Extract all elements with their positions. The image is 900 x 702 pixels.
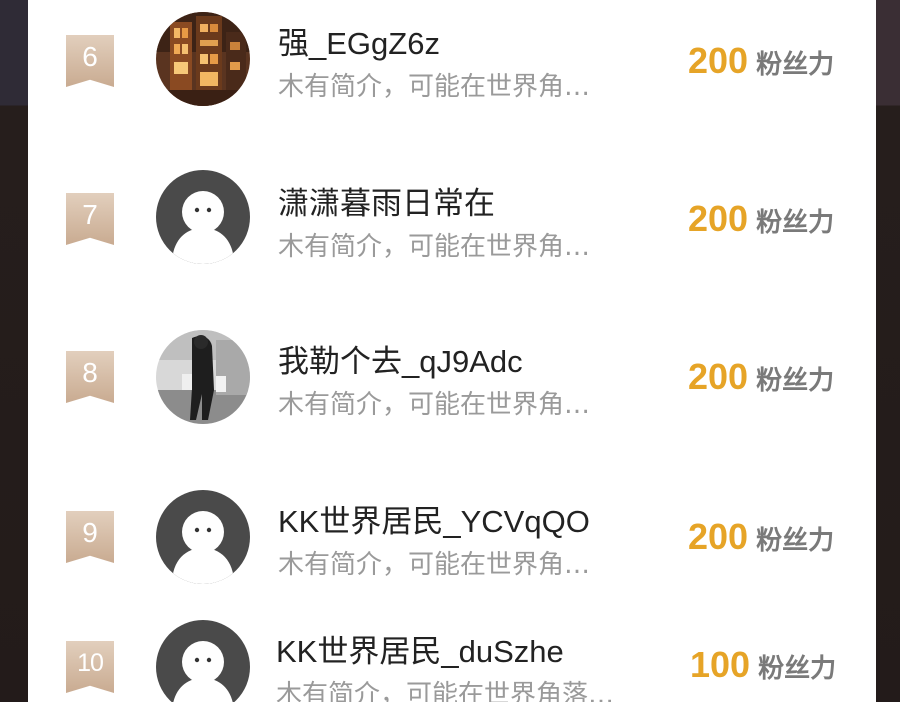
- fan-power-unit: 粉丝力: [758, 654, 837, 684]
- ranking-row[interactable]: 10 KK世界居民_duSzhe 木有简介，可能在世界角落… 100 粉丝力: [28, 614, 876, 702]
- rank-number: 6: [82, 41, 98, 72]
- rank-number: 8: [82, 357, 98, 388]
- fan-power: 100 粉丝力: [690, 644, 836, 686]
- fan-power: 200 粉丝力: [688, 356, 834, 398]
- fan-power-value: 200: [688, 356, 749, 397]
- fan-power-unit: 粉丝力: [756, 208, 835, 238]
- avatar[interactable]: [156, 170, 250, 264]
- default-avatar-icon: [156, 490, 250, 584]
- rank-badge: 7: [66, 193, 114, 245]
- user-name[interactable]: KK世界居民_duSzhe: [276, 626, 564, 671]
- user-name[interactable]: 强_EGgZ6z: [278, 18, 440, 63]
- default-avatar-icon: [156, 620, 250, 702]
- avatar[interactable]: [156, 330, 250, 424]
- person-photo: [156, 330, 250, 424]
- fan-power-unit: 粉丝力: [756, 50, 835, 80]
- ranking-row[interactable]: 9 KK世界居民_YCVqQO 木有简介，可能在世界角… 200 粉丝力: [28, 478, 876, 598]
- fan-power-value: 200: [688, 198, 749, 239]
- user-name[interactable]: 潇潇暮雨日常在: [278, 178, 495, 223]
- fan-power: 200 粉丝力: [688, 516, 834, 558]
- fan-power-unit: 粉丝力: [756, 366, 835, 396]
- fan-power: 200 粉丝力: [688, 40, 834, 82]
- user-bio: 木有简介，可能在世界角…: [278, 550, 591, 580]
- user-bio: 木有简介，可能在世界角…: [278, 390, 591, 420]
- ranking-list: 6 强_EGgZ6z 木有简介，可能在世界角… 200 粉丝力 7 潇潇暮雨日常…: [28, 0, 876, 702]
- rank-number: 10: [77, 649, 104, 677]
- user-name[interactable]: 我勒个去_qJ9Adc: [278, 336, 523, 381]
- rank-badge: 8: [66, 351, 114, 403]
- default-avatar-icon: [156, 170, 250, 264]
- rank-badge: 6: [66, 35, 114, 87]
- fan-power-value: 100: [690, 644, 751, 685]
- avatar[interactable]: [156, 12, 250, 106]
- user-bio: 木有简介，可能在世界角落…: [276, 680, 615, 702]
- fan-power-unit: 粉丝力: [756, 526, 835, 556]
- fan-power-value: 200: [688, 40, 749, 81]
- fan-power-value: 200: [688, 516, 749, 557]
- rank-number: 9: [82, 517, 98, 548]
- background-left: [0, 0, 28, 702]
- rank-badge: 9: [66, 511, 114, 563]
- ranking-row[interactable]: 7 潇潇暮雨日常在 木有简介，可能在世界角… 200 粉丝力: [28, 160, 876, 280]
- ranking-row[interactable]: 6 强_EGgZ6z 木有简介，可能在世界角… 200 粉丝力: [28, 0, 876, 120]
- rank-number: 7: [82, 199, 98, 230]
- fan-power: 200 粉丝力: [688, 198, 834, 240]
- user-name[interactable]: KK世界居民_YCVqQO: [278, 496, 590, 541]
- city-night-photo: [156, 12, 250, 106]
- rank-badge: 10: [66, 641, 114, 693]
- background-right: [876, 0, 900, 702]
- ranking-row[interactable]: 8 我勒个去_qJ9Adc 木有简介，可能在世界角… 200 粉丝力: [28, 318, 876, 438]
- avatar[interactable]: [156, 490, 250, 584]
- user-bio: 木有简介，可能在世界角…: [278, 232, 591, 262]
- user-bio: 木有简介，可能在世界角…: [278, 72, 591, 102]
- avatar[interactable]: [156, 620, 250, 702]
